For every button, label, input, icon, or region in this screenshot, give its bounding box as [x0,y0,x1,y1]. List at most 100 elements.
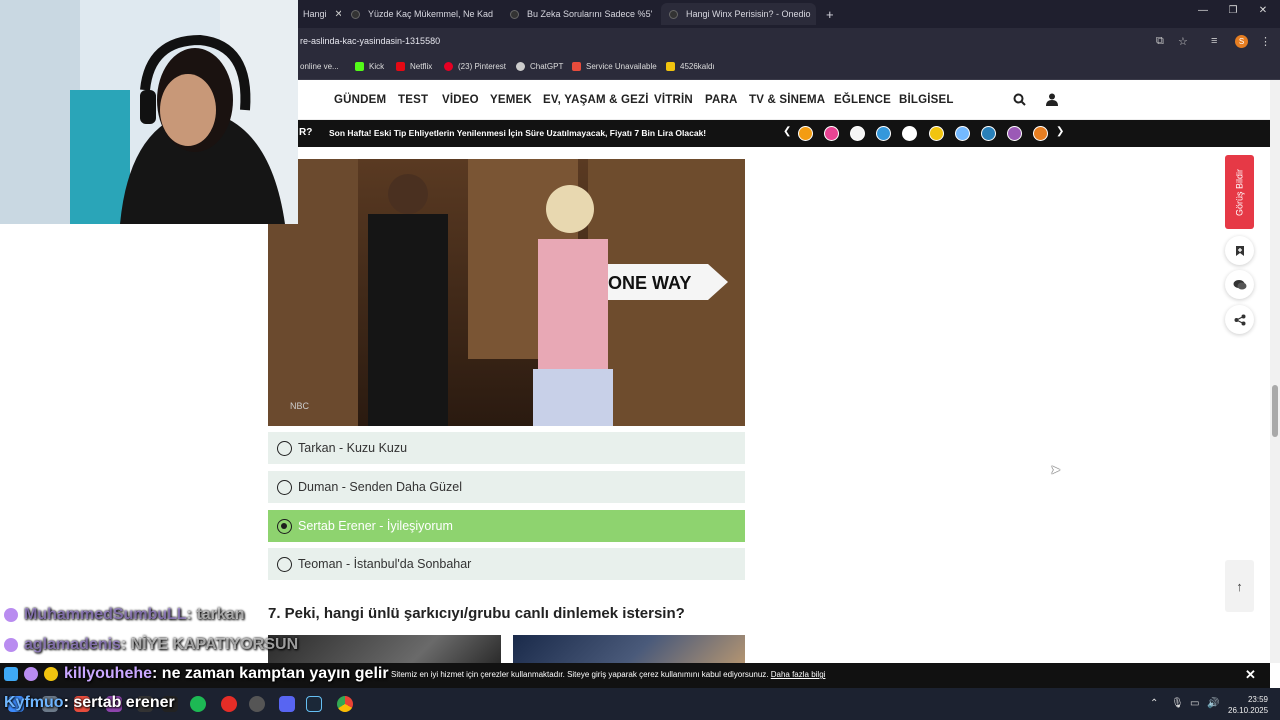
media-control-icon[interactable]: ≡ [1211,35,1217,47]
chat-badge-icon [4,638,18,652]
nav-video[interactable]: VİDEO [442,94,479,106]
onedio-favicon-icon [669,9,678,19]
bookmark-label: Service Unavailable [586,62,657,71]
nav-para[interactable]: PARA [705,94,738,106]
share-icon[interactable] [1225,305,1254,334]
kick-icon [355,62,364,71]
nav-test[interactable]: TEST [398,94,428,106]
bookmark-item[interactable]: Kick [355,62,384,71]
install-app-icon[interactable]: ⧉ [1156,35,1164,48]
bookmark-item[interactable]: (23) Pinterest [444,62,506,71]
chat-badge-icon [4,667,18,681]
chevron-left-icon[interactable]: ❮ [783,126,791,137]
window-close-icon[interactable]: ✕ [1253,5,1273,16]
scroll-to-top-button[interactable]: ↑ [1225,560,1254,612]
quiz-option-label: Tarkan - Kuzu Kuzu [298,441,408,455]
bookmark-star-icon[interactable]: ☆ [1178,35,1188,48]
quiz-option[interactable]: Duman - Senden Daha Güzel [268,471,745,503]
page-scrollbar[interactable] [1270,80,1280,663]
news-prefix: R? [299,127,313,138]
quiz-gif-image: ONE WAY NBC [268,159,745,426]
clock-date: 26.10.2025 [1228,706,1269,715]
bookmark-item[interactable]: 4526kaldı [666,62,715,71]
radio-button[interactable] [277,440,292,456]
tab-close-icon[interactable]: ✕ [811,9,816,20]
onedio-favicon-icon [510,9,519,19]
story-avatar[interactable] [955,126,970,141]
browser-tab-3[interactable]: Bu Zeka Sorularını Sadece %5' ✕ [502,3,657,25]
nav-tv-sinema[interactable]: TV & SİNEMA [749,94,825,106]
story-avatar[interactable] [824,126,839,141]
quiz-option-label: Teoman - İstanbul'da Sonbahar [298,557,472,571]
minimize-icon[interactable]: — [1193,5,1213,16]
story-avatar[interactable] [850,126,865,141]
chevron-right-icon[interactable]: ❯ [1056,126,1064,137]
feedback-button[interactable]: Görüş Bildir [1225,155,1254,229]
nav-ev-yasam-gezi[interactable]: EV, YAŞAM & GEZİ [543,94,649,106]
bookmark-item[interactable]: Netflix [396,62,432,71]
chat-text: : NİYE KAPATIYORSUN [120,636,299,653]
nav-vitrin[interactable]: VİTRİN [654,94,693,106]
radio-button[interactable] [277,479,292,495]
story-avatar[interactable] [981,126,996,141]
story-avatar[interactable] [1033,126,1048,141]
discord-icon[interactable] [279,696,295,712]
cookie-close-icon[interactable]: ✕ [1245,667,1256,683]
question-title: 7. Peki, hangi ünlü şarkıcıyı/grubu canl… [268,605,685,622]
news-headline-link[interactable]: Son Hafta! Eski Tip Ehliyetlerin Yenilen… [329,128,706,138]
bookmark-add-icon[interactable] [1225,236,1254,265]
cookie-message: Sitemiz en iyi hizmet için çerezler kull… [391,670,769,679]
nav-gundem[interactable]: GÜNDEM [334,94,386,106]
user-icon[interactable] [1046,93,1058,109]
profile-avatar[interactable]: S [1235,35,1248,48]
story-avatar[interactable] [902,126,917,141]
youtube-music-icon[interactable] [221,696,237,712]
browser-menu-icon[interactable]: ⋮ [1260,35,1271,48]
microphone-icon[interactable]: 🎙 [1171,698,1184,709]
network-icon[interactable]: ▭ [1190,698,1199,709]
volume-icon[interactable]: 🔊 [1207,698,1219,709]
nav-eglence[interactable]: EĞLENCE [834,94,891,106]
browser-tab-2[interactable]: Yüzde Kaç Mükemmel, Ne Kad ✕ [343,3,498,25]
tab-close-icon[interactable]: ✕ [327,9,341,20]
chat-badge-icon [4,608,18,622]
restore-icon[interactable]: ❐ [1223,5,1243,16]
cookie-more-info-link[interactable]: Daha fazla bilgi [771,670,826,679]
tab-close-icon[interactable]: ✕ [652,9,657,20]
app-icon[interactable] [249,696,265,712]
quiz-option[interactable]: Tarkan - Kuzu Kuzu [268,432,745,464]
story-avatar[interactable] [929,126,944,141]
chatgpt-icon [516,62,525,71]
browser-tab-1[interactable]: Hangi ✕ [295,3,341,25]
bookmark-item[interactable]: Service Unavailable [572,62,657,71]
nav-bilgisel[interactable]: BİLGİSEL [899,94,954,106]
scrollbar-thumb[interactable] [1272,385,1278,437]
radio-button-checked[interactable] [277,518,292,534]
chrome-icon[interactable] [337,696,353,712]
url-field[interactable]: re-aslinda-kac-yasindasin-1315580 [300,36,440,46]
browser-tab-active[interactable]: Hangi Winx Perisisin? - Onedio ✕ [661,3,816,25]
radio-button[interactable] [277,556,292,572]
steam-icon[interactable] [306,696,322,712]
page-icon [572,62,581,71]
bookmark-item[interactable]: online ve... [300,62,339,71]
chat-username: MuhammedSumbuLL [24,606,187,623]
nav-yemek[interactable]: YEMEK [490,94,532,106]
story-avatar[interactable] [1007,126,1022,141]
pinterest-icon [444,62,453,71]
story-avatar[interactable] [876,126,891,141]
chevron-up-icon[interactable]: ⌃ [1150,698,1158,709]
search-icon[interactable] [1013,93,1026,109]
system-clock[interactable]: 23:59 26.10.2025 [1228,694,1268,716]
bookmark-label: Kick [369,62,385,71]
chat-message: MuhammedSumbuLL : tarkan [4,606,244,624]
bookmark-item[interactable]: ChatGPT [516,62,563,71]
spotify-icon[interactable] [190,696,206,712]
quiz-option-selected[interactable]: Sertab Erener - İyileşiyorum [268,510,745,542]
comments-icon[interactable] [1225,270,1254,299]
chat-badge-icon [24,667,38,681]
quiz-option[interactable]: Teoman - İstanbul'da Sonbahar [268,548,745,580]
story-avatar[interactable] [798,126,813,141]
tab-close-icon[interactable]: ✕ [493,9,498,20]
new-tab-button[interactable]: + [818,3,840,25]
